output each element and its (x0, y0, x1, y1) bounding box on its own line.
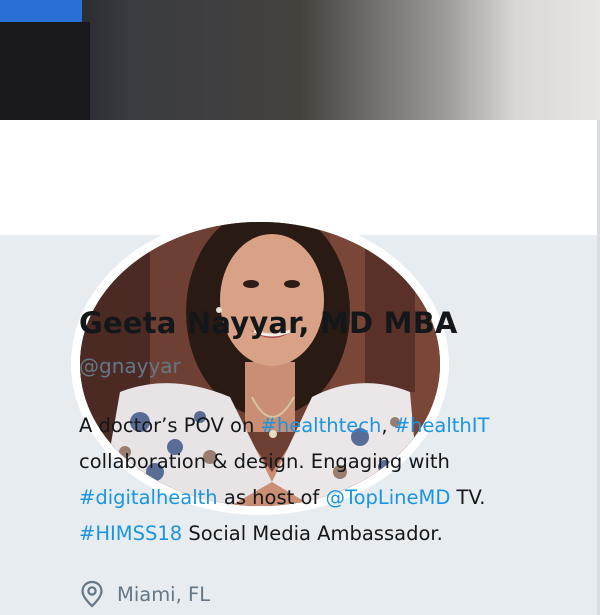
header-banner-image[interactable] (0, 0, 600, 120)
profile-handle[interactable]: @gnayyar (79, 354, 181, 378)
bio-line-1: A doctor’s POV on #healthtech, #healthIT (79, 408, 589, 444)
location-text: Miami, FL (117, 582, 211, 606)
bio-text: collaboration & design. Engaging with (79, 450, 450, 473)
hashtag-link-himss18[interactable]: #HIMSS18 (79, 522, 182, 545)
bio-text: TV. (450, 486, 486, 509)
hashtag-link-digitalhealth[interactable]: #digitalhealth (79, 486, 218, 509)
profile-location: Miami, FL (79, 580, 210, 608)
profile-page: Geeta Nayyar, MD MBA @gnayyar A doctor’s… (0, 0, 600, 615)
profile-bio: A doctor’s POV on #healthtech, #healthIT… (79, 408, 589, 552)
profile-name[interactable]: Geeta Nayyar, MD MBA (79, 306, 458, 340)
hashtag-link-healthit[interactable]: #healthIT (394, 414, 490, 437)
mention-link-toplinemd[interactable]: @TopLineMD (325, 486, 450, 509)
bio-text: Social Media Ambassador. (182, 522, 443, 545)
bio-text: as host of (217, 486, 326, 509)
location-pin-icon (81, 580, 103, 608)
hashtag-link-healthtech[interactable]: #healthtech (261, 414, 382, 437)
bio-text: , (381, 414, 394, 437)
bio-line-2: collaboration & design. Engaging with (79, 444, 589, 480)
bio-line-3: #digitalhealth as host of @TopLineMD TV. (79, 480, 589, 516)
bio-line-4: #HIMSS18 Social Media Ambassador. (79, 516, 589, 552)
bio-text: A doctor’s POV on (79, 414, 261, 437)
banner-dark-region (0, 22, 90, 120)
banner-blue-region (0, 0, 82, 22)
